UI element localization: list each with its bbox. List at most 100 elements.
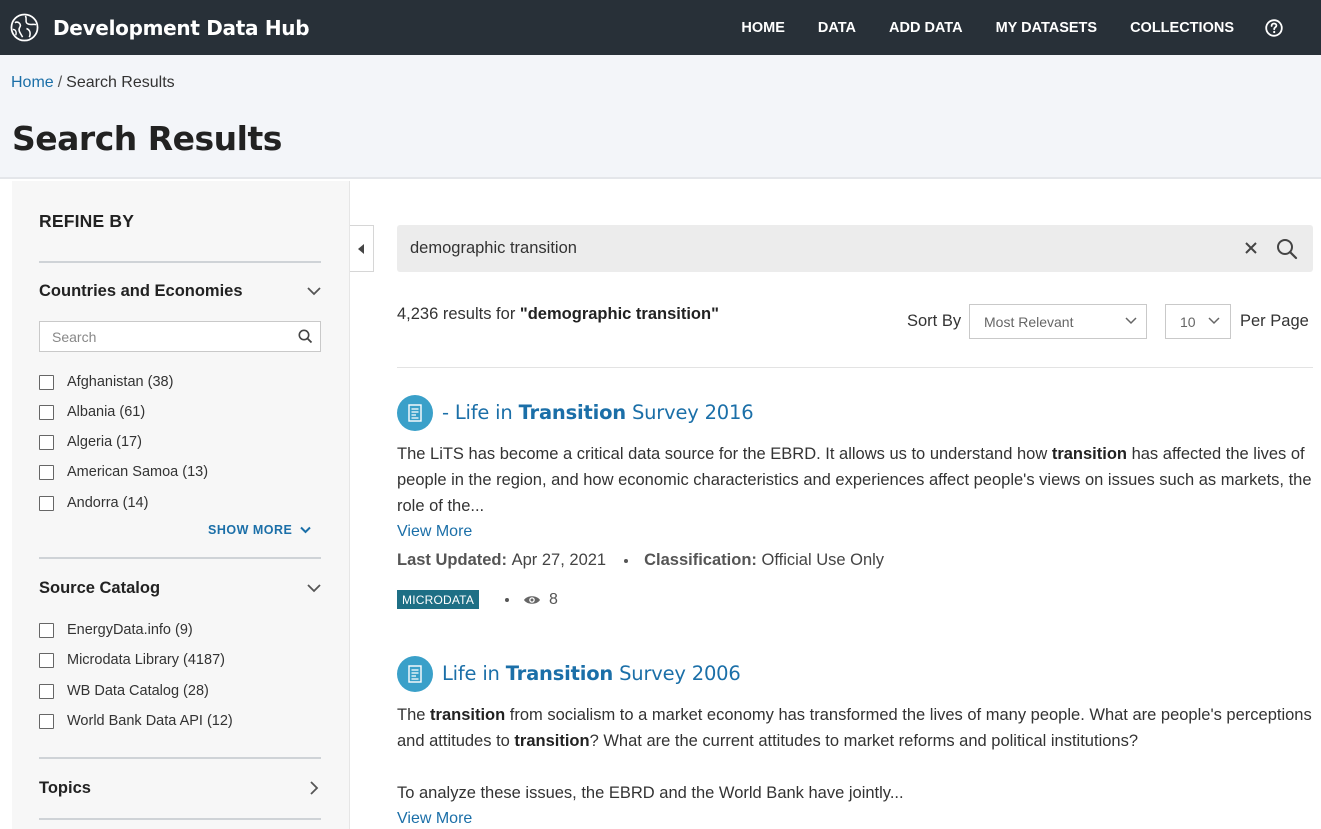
title-text: Life in <box>442 662 506 685</box>
chevron-down-icon <box>300 526 312 534</box>
caret-left-icon <box>358 244 364 254</box>
checkbox[interactable] <box>39 374 54 390</box>
chevron-down-icon <box>1208 317 1220 325</box>
search-input[interactable] <box>397 225 1227 272</box>
country-option[interactable]: Algeria (17) <box>39 434 142 450</box>
checkbox[interactable] <box>39 464 54 480</box>
view-more-link[interactable]: View More <box>397 810 472 828</box>
type-badge[interactable]: MICRODATA <box>397 590 480 609</box>
document-icon <box>408 665 422 683</box>
eye-icon <box>524 595 541 604</box>
desc-text: The LiTS has become a critical data sour… <box>397 445 1052 463</box>
checkbox[interactable] <box>39 652 54 668</box>
option-label: World Bank Data API (12) <box>67 713 233 729</box>
country-search-input[interactable] <box>40 322 280 351</box>
source-option[interactable]: World Bank Data API (12) <box>39 713 233 729</box>
country-option[interactable]: Andorra (14) <box>39 495 148 511</box>
refine-sidebar: REFINE BY Countries and Economies Afghan… <box>12 181 350 829</box>
globe-logo-icon <box>10 13 39 42</box>
nav-home[interactable]: HOME <box>741 20 785 36</box>
per-page-value: 10 <box>1180 314 1196 330</box>
search-bar <box>397 225 1313 272</box>
results-query: "demographic transition" <box>519 305 719 323</box>
result-description-para2: To analyze these issues, the EBRD and th… <box>397 784 904 802</box>
checkbox[interactable] <box>39 622 54 638</box>
sort-select[interactable]: Most Relevant <box>969 304 1147 339</box>
result-title-link[interactable]: Life in Transition Survey 2006 <box>442 662 741 685</box>
option-label: EnergyData.info (9) <box>67 622 193 638</box>
result-meta: Last Updated: Apr 27, 2021 Classificatio… <box>397 551 884 570</box>
option-label: Afghanistan (38) <box>67 374 174 390</box>
main-nav: HOME DATA ADD DATA MY DATASETS COLLECTIO… <box>741 0 1321 55</box>
dataset-icon <box>397 395 433 431</box>
result-description: The LiTS has become a critical data sour… <box>397 441 1313 519</box>
nav-add-data[interactable]: ADD DATA <box>889 20 963 36</box>
app-name: Development Data Hub <box>53 15 310 40</box>
checkbox[interactable] <box>39 495 54 511</box>
divider <box>39 757 321 759</box>
checkbox[interactable] <box>39 404 54 420</box>
option-label: Microdata Library (4187) <box>67 652 225 668</box>
title-text: - Life in <box>442 401 519 424</box>
search-icon[interactable] <box>298 329 313 344</box>
breadcrumb-separator: / <box>57 74 63 91</box>
country-option[interactable]: Albania (61) <box>39 404 145 420</box>
source-option[interactable]: Microdata Library (4187) <box>39 652 225 668</box>
result-description: The transition from socialism to a marke… <box>397 702 1313 754</box>
results-count-text: 4,236 results for <box>397 305 520 323</box>
option-label: Albania (61) <box>67 404 146 420</box>
search-icon[interactable] <box>1276 238 1298 260</box>
chevron-down-icon <box>1125 317 1137 325</box>
nav-data[interactable]: DATA <box>818 20 856 36</box>
clear-icon[interactable] <box>1244 241 1258 255</box>
nav-my-datasets[interactable]: MY DATASETS <box>996 20 1098 36</box>
desc-text: The <box>397 706 431 724</box>
breadcrumb-home-link[interactable]: Home <box>11 74 54 91</box>
refine-by-heading: REFINE BY <box>39 211 135 231</box>
collapse-sidebar-button[interactable] <box>350 225 374 272</box>
chevron-right-icon[interactable] <box>306 780 322 796</box>
desc-highlight: transition <box>1051 445 1127 463</box>
facet-source-catalog-title[interactable]: Source Catalog <box>39 579 160 598</box>
sort-value: Most Relevant <box>984 314 1074 330</box>
facet-countries-title[interactable]: Countries and Economies <box>39 282 243 301</box>
last-updated-value: Apr 27, 2021 <box>511 551 607 569</box>
facet-topics-title[interactable]: Topics <box>39 779 91 798</box>
brand[interactable]: Development Data Hub <box>10 13 310 42</box>
chevron-down-icon[interactable] <box>306 283 322 299</box>
sort-by-label: Sort By <box>907 312 962 330</box>
nav-collections[interactable]: COLLECTIONS <box>1130 20 1234 36</box>
show-more-button[interactable]: SHOW MORE <box>208 523 312 537</box>
title-text: Survey 2016 <box>625 401 754 424</box>
divider <box>39 261 321 263</box>
views-value: 8 <box>549 590 558 608</box>
country-search-field[interactable] <box>39 321 321 352</box>
document-icon <box>408 404 422 422</box>
source-option[interactable]: WB Data Catalog (28) <box>39 683 209 699</box>
desc-highlight: transition <box>514 732 590 750</box>
country-option[interactable]: Afghanistan (38) <box>39 374 173 390</box>
result-badges: MICRODATA 8 <box>397 590 558 609</box>
per-page-select[interactable]: 10 <box>1165 304 1231 339</box>
checkbox[interactable] <box>39 713 54 729</box>
chevron-down-icon[interactable] <box>306 580 322 596</box>
classification-value: Official Use Only <box>761 551 885 569</box>
question-circle-icon[interactable] <box>1265 18 1283 37</box>
option-label: American Samoa (13) <box>67 464 209 480</box>
page-header: Home / Search Results Search Results <box>0 55 1321 179</box>
checkbox[interactable] <box>39 683 54 699</box>
results-count: 4,236 results for "demographic transitio… <box>397 305 719 324</box>
checkbox[interactable] <box>39 434 54 450</box>
title-highlight: Transition <box>505 662 614 685</box>
last-updated-label: Last Updated: <box>397 551 508 569</box>
divider <box>397 367 1313 368</box>
country-option[interactable]: American Samoa (13) <box>39 464 208 480</box>
views-count: 8 <box>523 591 558 609</box>
result-title-link[interactable]: - Life in Transition Survey 2016 <box>442 401 754 424</box>
classification-label: Classification: <box>644 551 757 569</box>
title-text: Survey 2006 <box>613 662 741 685</box>
source-option[interactable]: EnergyData.info (9) <box>39 622 193 638</box>
view-more-link[interactable]: View More <box>397 523 472 541</box>
option-label: Andorra (14) <box>67 495 149 511</box>
desc-text: ? What are the current attitudes to mark… <box>589 732 1139 750</box>
